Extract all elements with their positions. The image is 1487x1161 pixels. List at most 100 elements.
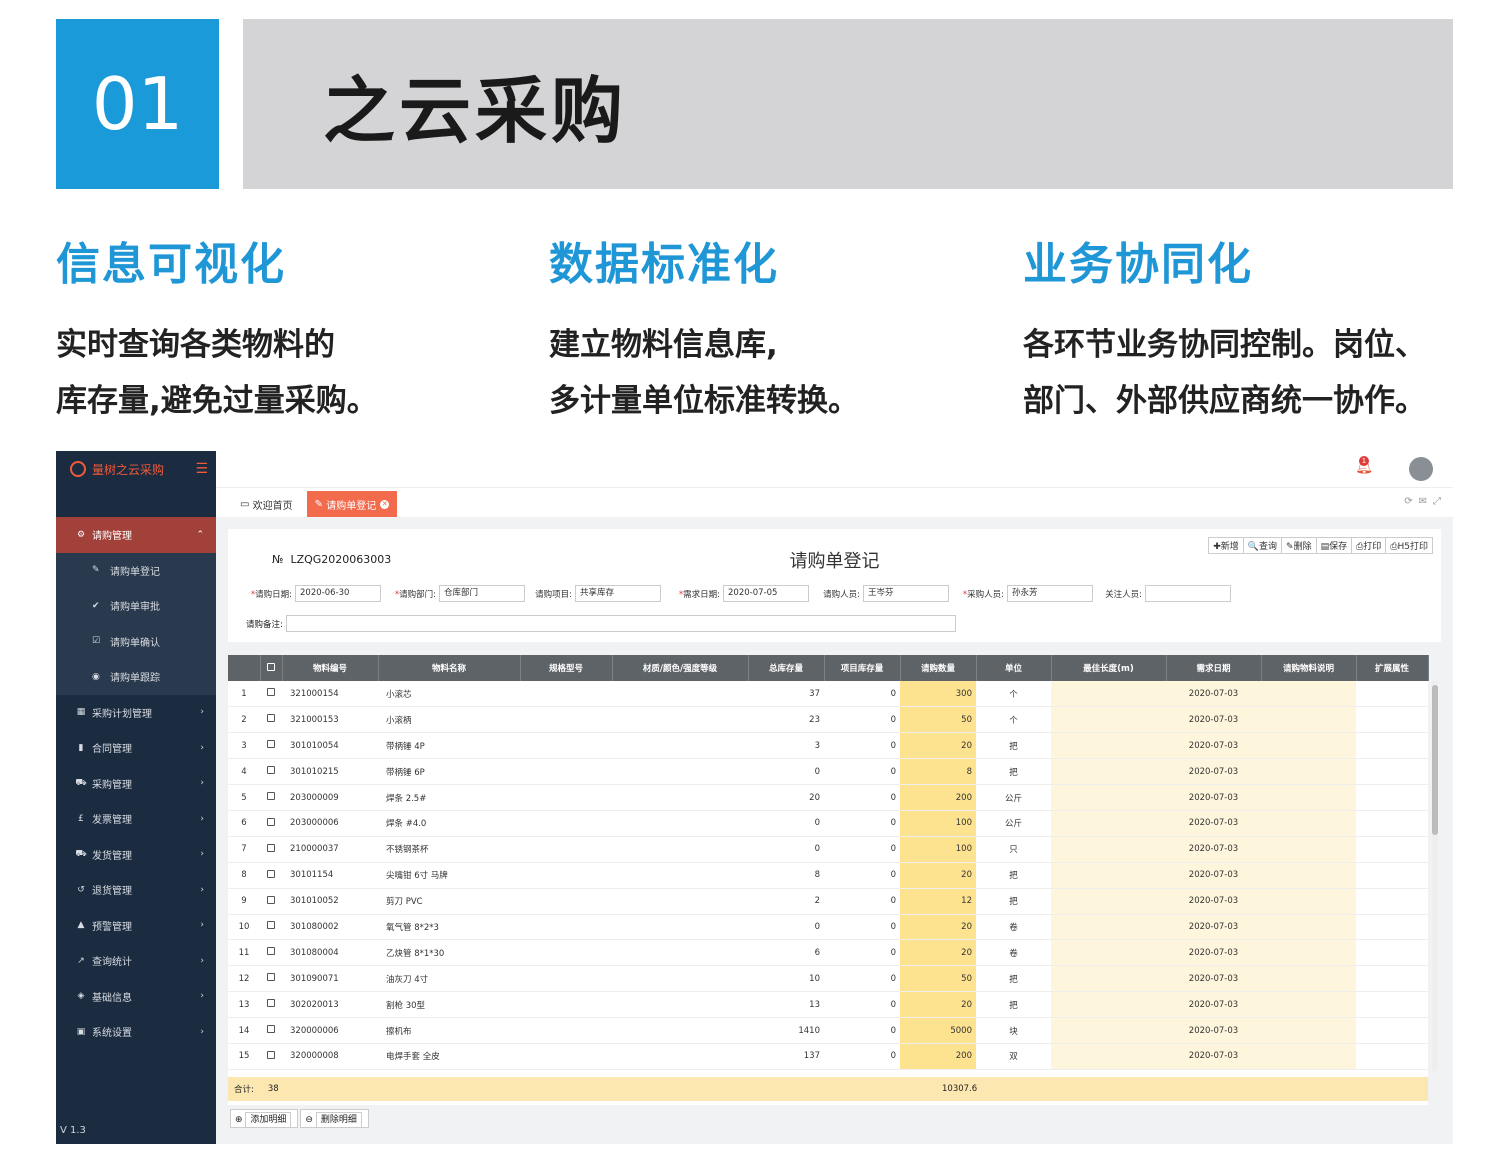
best-length[interactable] [1051, 862, 1166, 889]
row-checkbox[interactable] [267, 869, 275, 878]
field-input[interactable]: 2020-07-05 [723, 585, 809, 602]
field-input[interactable]: 共享库存 [575, 585, 661, 602]
row-checkbox[interactable] [267, 973, 275, 982]
best-length[interactable] [1051, 888, 1166, 915]
column-header[interactable]: 单位 [976, 655, 1052, 681]
column-header[interactable]: 请购物料说明 [1261, 655, 1357, 681]
best-length[interactable] [1051, 1043, 1166, 1070]
request-quantity[interactable]: 300 [900, 681, 976, 708]
row-checkbox-cell[interactable] [260, 681, 282, 708]
field-input[interactable]: 2020-06-30 [295, 585, 381, 602]
extended-attributes[interactable] [1356, 862, 1428, 889]
row-checkbox[interactable] [267, 895, 275, 904]
row-checkbox-cell[interactable] [260, 836, 282, 863]
material-note[interactable] [1261, 758, 1356, 786]
row-checkbox-cell[interactable] [260, 1043, 282, 1070]
request-quantity[interactable]: 20 [900, 991, 976, 1019]
best-length[interactable] [1051, 784, 1166, 811]
request-quantity[interactable]: 12 [900, 888, 976, 915]
extended-attributes[interactable] [1356, 784, 1428, 811]
scroll-thumb[interactable] [1432, 685, 1438, 835]
material-note[interactable] [1261, 810, 1356, 837]
need-date[interactable]: 2020-07-03 [1166, 965, 1261, 993]
sidebar-item[interactable]: ⚙ 请购管理 ⌃ [56, 517, 216, 553]
extended-attributes[interactable] [1356, 991, 1428, 1019]
hamburger-menu-icon[interactable]: ☰ [195, 461, 208, 477]
request-quantity[interactable]: 20 [900, 862, 976, 889]
column-header[interactable]: 项目库存量 [824, 655, 901, 681]
request-quantity[interactable]: 100 [900, 836, 976, 863]
row-checkbox-cell[interactable] [260, 1017, 282, 1044]
delete-detail-button[interactable]: ⊖ 删除明细 [300, 1109, 369, 1128]
extended-attributes[interactable] [1356, 758, 1428, 786]
column-header[interactable]: 最佳长度(m) [1051, 655, 1167, 681]
sidebar-item[interactable]: ▲ 预警管理 › [56, 908, 216, 944]
best-length[interactable] [1051, 732, 1166, 760]
row-checkbox[interactable] [267, 843, 275, 852]
row-checkbox[interactable] [267, 1050, 275, 1059]
row-checkbox-cell[interactable] [260, 888, 282, 915]
material-note[interactable] [1261, 888, 1356, 915]
field-input[interactable]: 仓库部门 [439, 585, 525, 602]
extended-attributes[interactable] [1356, 939, 1428, 967]
sidebar-subitem[interactable]: ✎ 请购单登记 [56, 552, 216, 588]
sidebar-item[interactable]: ▣ 系统设置 › [56, 1014, 216, 1050]
add-detail-button[interactable]: ⊕ 添加明细 [230, 1109, 299, 1128]
need-date[interactable]: 2020-07-03 [1166, 681, 1261, 708]
table-row[interactable]: 4 301010215 带柄锤 6P 0 0 8 把 2020-07-03 [228, 758, 1428, 786]
column-header[interactable] [228, 655, 261, 681]
need-date[interactable]: 2020-07-03 [1166, 1017, 1261, 1044]
sidebar-item[interactable]: ↺ 退货管理 › [56, 872, 216, 908]
column-header[interactable]: 物料编号 [282, 655, 379, 681]
sidebar-subitem[interactable]: ☑ 请购单确认 [56, 623, 216, 659]
row-checkbox[interactable] [267, 688, 275, 697]
material-note[interactable] [1261, 1017, 1356, 1044]
row-checkbox-cell[interactable] [260, 758, 282, 786]
extended-attributes[interactable] [1356, 732, 1428, 760]
row-checkbox[interactable] [267, 740, 275, 749]
toolbar-button[interactable]: ⎙打印 [1351, 537, 1387, 554]
table-row[interactable]: 13 302020013 割枪 30型 13 0 20 把 2020-07-03 [228, 991, 1428, 1019]
material-note[interactable] [1261, 706, 1356, 734]
field-input[interactable] [1145, 585, 1231, 602]
grid-scrollbar[interactable] [1432, 681, 1438, 1071]
material-note[interactable] [1261, 914, 1356, 941]
extended-attributes[interactable] [1356, 888, 1428, 915]
best-length[interactable] [1051, 965, 1166, 993]
need-date[interactable]: 2020-07-03 [1166, 784, 1261, 811]
row-checkbox[interactable] [267, 766, 275, 775]
need-date[interactable]: 2020-07-03 [1166, 706, 1261, 734]
extended-attributes[interactable] [1356, 1043, 1428, 1070]
column-header[interactable] [260, 655, 283, 681]
best-length[interactable] [1051, 991, 1166, 1019]
mail-icon[interactable]: ✉ [1419, 496, 1433, 507]
app-logo[interactable]: 量树之云采购 ☰ [56, 451, 216, 487]
toolbar-button[interactable]: 🔍查询 [1242, 537, 1283, 554]
table-row[interactable]: 7 210000037 不锈钢茶杯 0 0 100 只 2020-07-03 [228, 836, 1428, 863]
toolbar-button[interactable]: ⎙H5打印 [1385, 537, 1433, 554]
row-checkbox-cell[interactable] [260, 991, 282, 1019]
row-checkbox[interactable] [267, 817, 275, 826]
need-date[interactable]: 2020-07-03 [1166, 732, 1261, 760]
row-checkbox-cell[interactable] [260, 939, 282, 967]
best-length[interactable] [1051, 914, 1166, 941]
table-row[interactable]: 14 320000006 擦机布 1410 0 5000 块 2020-07-03 [228, 1017, 1428, 1044]
table-row[interactable]: 3 301010054 带柄锤 4P 3 0 20 把 2020-07-03 [228, 732, 1428, 760]
material-note[interactable] [1261, 681, 1356, 708]
table-row[interactable]: 15 320000008 电焊手套 全皮 137 0 200 双 2020-07-03 [228, 1043, 1428, 1070]
extended-attributes[interactable] [1356, 706, 1428, 734]
toolbar-button[interactable]: ✎删除 [1281, 537, 1317, 554]
best-length[interactable] [1051, 1017, 1166, 1044]
request-quantity[interactable]: 100 [900, 810, 976, 837]
column-header[interactable]: 规格型号 [520, 655, 613, 681]
need-date[interactable]: 2020-07-03 [1166, 914, 1261, 941]
request-quantity[interactable]: 200 [900, 784, 976, 811]
best-length[interactable] [1051, 681, 1166, 708]
need-date[interactable]: 2020-07-03 [1166, 810, 1261, 837]
remark-input[interactable] [285, 615, 956, 632]
extended-attributes[interactable] [1356, 965, 1428, 993]
material-note[interactable] [1261, 939, 1356, 967]
sidebar-item[interactable]: ↗ 查询统计 › [56, 943, 216, 979]
column-header[interactable]: 物料名称 [378, 655, 521, 681]
request-quantity[interactable]: 20 [900, 914, 976, 941]
